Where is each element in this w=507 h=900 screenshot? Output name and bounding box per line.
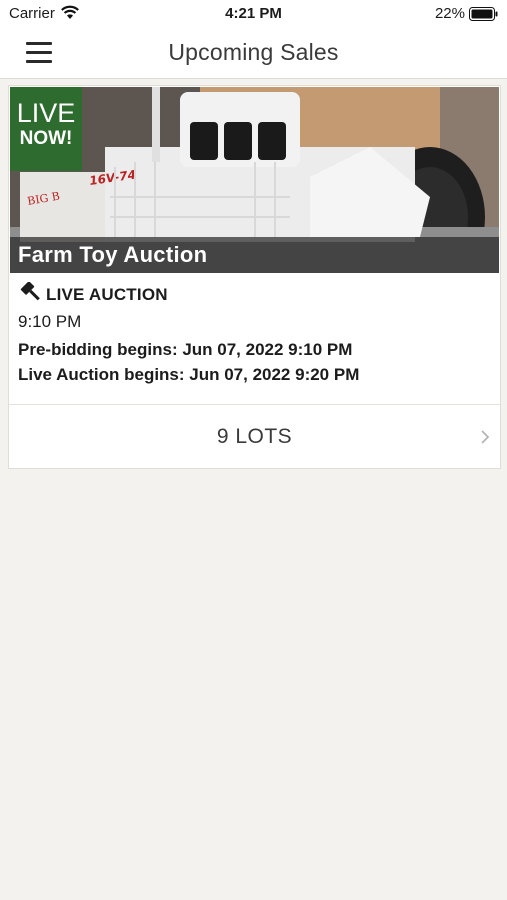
status-bar: Carrier 4:21 PM 22%: [0, 0, 507, 28]
live-auction-begins: Live Auction begins: Jun 07, 2022 9:20 P…: [18, 365, 360, 384]
prebidding-begins: Pre-bidding begins: Jun 07, 2022 9:10 PM: [18, 340, 353, 359]
battery-percent: 22%: [434, 5, 465, 22]
sale-title: Farm Toy Auction: [18, 242, 208, 267]
auction-type-label: LIVE AUCTION: [46, 285, 168, 304]
page-title: Upcoming Sales: [168, 39, 339, 65]
battery-icon: [469, 7, 499, 25]
clock: 4:21 PM: [225, 5, 282, 22]
navigation-bar: Upcoming Sales: [0, 28, 507, 79]
lots-button[interactable]: 9 LOTS: [9, 404, 500, 469]
sale-image[interactable]: BIG B 16V-74 LIVE NOW! Farm Toy Auction: [10, 87, 499, 273]
sale-title-bar: Farm Toy Auction: [10, 237, 499, 273]
live-badge-line1: LIVE: [16, 98, 76, 128]
live-badge-line2: NOW!: [19, 128, 73, 149]
live-now-badge: LIVE NOW!: [10, 87, 82, 171]
sale-time: 9:10 PM: [18, 312, 82, 331]
chevron-right-icon: [480, 429, 490, 450]
sale-card[interactable]: BIG B 16V-74 LIVE NOW! Farm Toy Auction: [8, 85, 501, 469]
gavel-icon: [20, 281, 42, 309]
lots-count: 9 LOTS: [216, 425, 293, 448]
